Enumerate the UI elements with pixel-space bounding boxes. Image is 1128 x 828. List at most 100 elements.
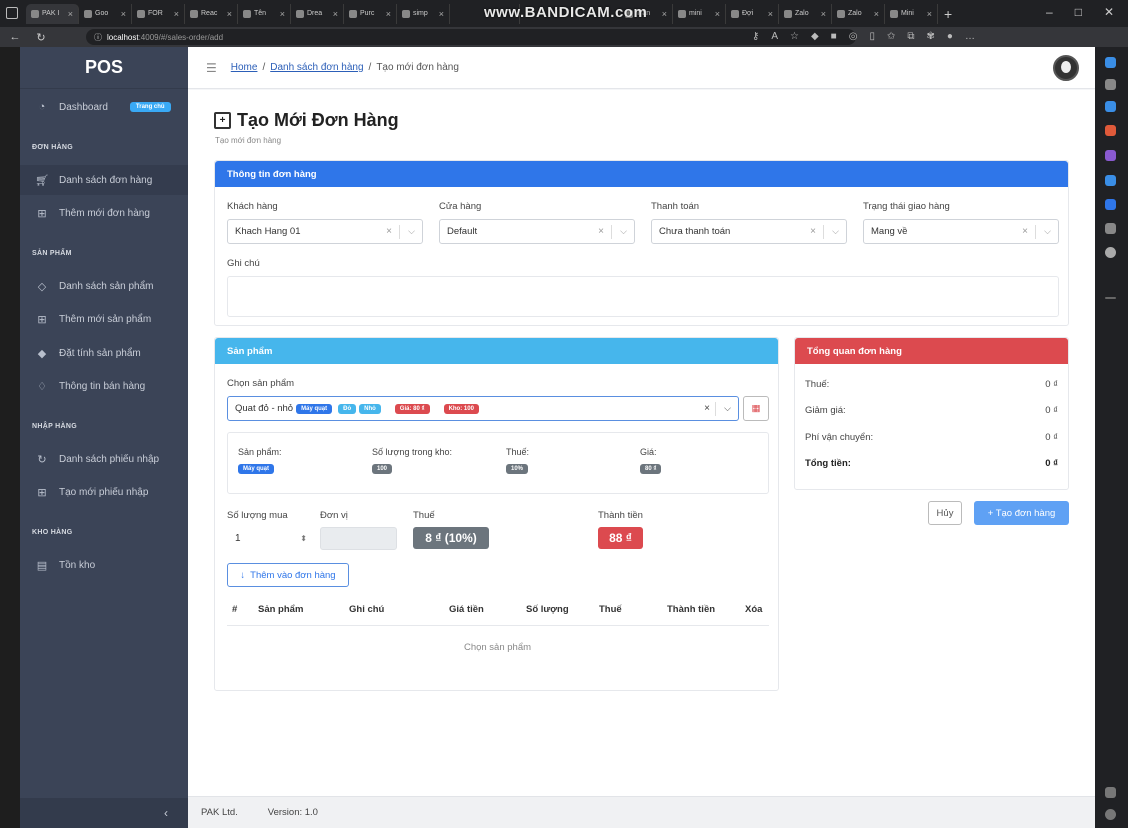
sidebar-item-order-add[interactable]: ⊞ Thêm mới đơn hàng xyxy=(20,198,188,228)
browser-tab[interactable]: simp × xyxy=(397,3,450,24)
search-icon[interactable] xyxy=(1105,79,1116,90)
cancel-button[interactable]: Hủy xyxy=(928,501,962,525)
clear-icon[interactable]: × xyxy=(704,403,710,414)
extension-icon[interactable]: ✾ xyxy=(927,31,935,42)
close-icon[interactable]: × xyxy=(174,9,179,19)
close-icon[interactable]: × xyxy=(821,9,826,19)
split-screen-icon[interactable]: ▯ xyxy=(869,31,875,42)
avatar[interactable] xyxy=(1053,55,1079,81)
close-icon[interactable]: × xyxy=(927,9,932,19)
close-icon[interactable]: × xyxy=(874,9,879,19)
tag-icon[interactable] xyxy=(1105,101,1116,112)
menu-icon[interactable]: ☰ xyxy=(206,61,217,75)
browser-tab[interactable]: FOR × xyxy=(132,3,185,24)
close-icon[interactable]: × xyxy=(715,9,720,19)
star-icon[interactable]: ☆ xyxy=(790,31,799,42)
qty-input[interactable]: 1 ⬍ xyxy=(227,526,309,550)
chevron-down-icon[interactable]: ⌵ xyxy=(1044,226,1051,237)
layout-icon[interactable] xyxy=(1105,787,1116,798)
window-menu-icon[interactable] xyxy=(6,7,18,19)
add-to-order-button[interactable]: ↓ Thêm vào đơn hàng xyxy=(227,563,349,587)
outlook-icon[interactable] xyxy=(1105,199,1116,210)
globe-icon[interactable] xyxy=(1105,247,1116,258)
close-icon[interactable]: × xyxy=(662,9,667,19)
extension-icon[interactable]: ◎ xyxy=(849,31,858,42)
add-icon[interactable] xyxy=(1105,297,1116,299)
browser-tab[interactable]: Tên × xyxy=(238,3,291,24)
collections-icon[interactable]: ⧉ xyxy=(907,31,914,42)
browser-tab[interactable]: Đợi × xyxy=(726,3,779,24)
browser-tab[interactable]: Purc × xyxy=(344,3,397,24)
sidebar-item-order-list[interactable]: 🛒︎ Danh sách đơn hàng xyxy=(20,165,188,195)
browser-tab[interactable]: Drea × xyxy=(291,3,344,24)
clear-icon[interactable]: × xyxy=(598,226,604,237)
sidebar-item-import-list[interactable]: ↻ Danh sách phiếu nhập xyxy=(20,444,188,474)
brand-logo[interactable]: POS xyxy=(20,47,188,89)
stepper-icon[interactable]: ⬍ xyxy=(300,534,307,543)
briefcase-icon[interactable] xyxy=(1105,125,1116,136)
payment-select[interactable]: Chưa thanh toán × ⌵ xyxy=(651,219,847,244)
sidebar-item-import-add[interactable]: ⊞ Tạo mới phiếu nhập xyxy=(20,477,188,507)
browser-tab[interactable]: Mini × xyxy=(885,3,938,24)
extension-icon[interactable]: ◆ xyxy=(811,31,819,42)
store-value: Default xyxy=(447,226,478,237)
browser-tab[interactable]: Reac × xyxy=(185,3,238,24)
chevron-down-icon[interactable]: ⌵ xyxy=(724,403,731,414)
close-window-icon[interactable]: ✕ xyxy=(1104,5,1114,19)
url-bar[interactable]: ⓘ localhost:4009/#/sales-order/add xyxy=(86,29,856,45)
note-textarea[interactable] xyxy=(227,276,1059,317)
favorites-icon[interactable]: ✩ xyxy=(887,31,895,42)
sidebar-item-product-add[interactable]: ⊞ Thêm mới sản phẩm xyxy=(20,304,188,334)
read-aloud-icon[interactable]: A xyxy=(771,31,778,42)
clear-icon[interactable]: × xyxy=(386,226,392,237)
sidebar-item-sale-info[interactable]: ♢ Thông tin bán hàng xyxy=(20,371,188,401)
send-icon[interactable] xyxy=(1105,223,1116,234)
clear-icon[interactable]: × xyxy=(810,226,816,237)
maximize-icon[interactable]: □ xyxy=(1075,5,1082,19)
close-icon[interactable]: × xyxy=(386,9,391,19)
settings-icon[interactable] xyxy=(1105,809,1116,820)
more-icon[interactable]: … xyxy=(965,31,975,42)
close-icon[interactable]: × xyxy=(768,9,773,19)
chevron-down-icon[interactable]: ⌵ xyxy=(832,226,839,237)
breadcrumb-home[interactable]: Home xyxy=(231,62,258,73)
chevron-down-icon[interactable]: ⌵ xyxy=(620,226,627,237)
minimize-icon[interactable]: – xyxy=(1046,5,1053,19)
back-icon[interactable]: ← xyxy=(4,31,26,43)
sidebar-collapse-button[interactable]: ‹ xyxy=(20,798,188,828)
store-select[interactable]: Default × ⌵ xyxy=(439,219,635,244)
browser-tab[interactable]: Zalo × xyxy=(832,3,885,24)
close-icon[interactable]: × xyxy=(68,9,73,19)
sidebar-item-product-attr[interactable]: ◆ Đặt tính sản phẩm xyxy=(20,338,188,368)
games-icon[interactable] xyxy=(1105,150,1116,161)
browser-tab[interactable]: Zalo × xyxy=(779,3,832,24)
extension-icon[interactable]: ■ xyxy=(831,31,837,42)
sidebar-item-product-list[interactable]: ◇ Danh sách sản phẩm xyxy=(20,271,188,301)
product-select[interactable]: Quat đỏ - nhỏ Máy quạt Đỏ Nhỏ Giá: 80 ₫ … xyxy=(227,396,739,421)
key-icon[interactable]: ⚷ xyxy=(752,31,759,42)
browser-tab[interactable]: PAK I × xyxy=(26,3,79,24)
create-order-button[interactable]: + Tạo đơn hàng xyxy=(974,501,1069,525)
new-tab-icon[interactable]: + xyxy=(944,6,952,22)
chevron-down-icon[interactable]: ⌵ xyxy=(408,226,415,237)
search-icon[interactable] xyxy=(1105,57,1116,68)
breadcrumb-orders[interactable]: Danh sách đơn hàng xyxy=(270,62,363,73)
unit-input[interactable] xyxy=(320,527,397,550)
close-icon[interactable]: × xyxy=(439,9,444,19)
customer-select[interactable]: Khach Hang 01 × ⌵ xyxy=(227,219,423,244)
sidebar-item-stock[interactable]: ▤ Tồn kho xyxy=(20,550,188,580)
scan-barcode-button[interactable]: ▦ xyxy=(743,396,769,421)
info-icon[interactable]: ⓘ xyxy=(94,32,102,43)
refresh-icon[interactable]: ↻ xyxy=(30,31,52,44)
office-icon[interactable] xyxy=(1105,175,1116,186)
close-icon[interactable]: × xyxy=(280,9,285,19)
browser-tab[interactable]: mini × xyxy=(673,3,726,24)
close-icon[interactable]: × xyxy=(121,9,126,19)
close-icon[interactable]: × xyxy=(333,9,338,19)
close-icon[interactable]: × xyxy=(227,9,232,19)
delivery-select[interactable]: Mang về × ⌵ xyxy=(863,219,1059,244)
sidebar-item-dashboard[interactable]: ◔ Dashboard Trang chủ xyxy=(20,92,188,122)
browser-tab[interactable]: Goo × xyxy=(79,3,132,24)
profile-icon[interactable]: ● xyxy=(947,31,953,42)
clear-icon[interactable]: × xyxy=(1022,226,1028,237)
